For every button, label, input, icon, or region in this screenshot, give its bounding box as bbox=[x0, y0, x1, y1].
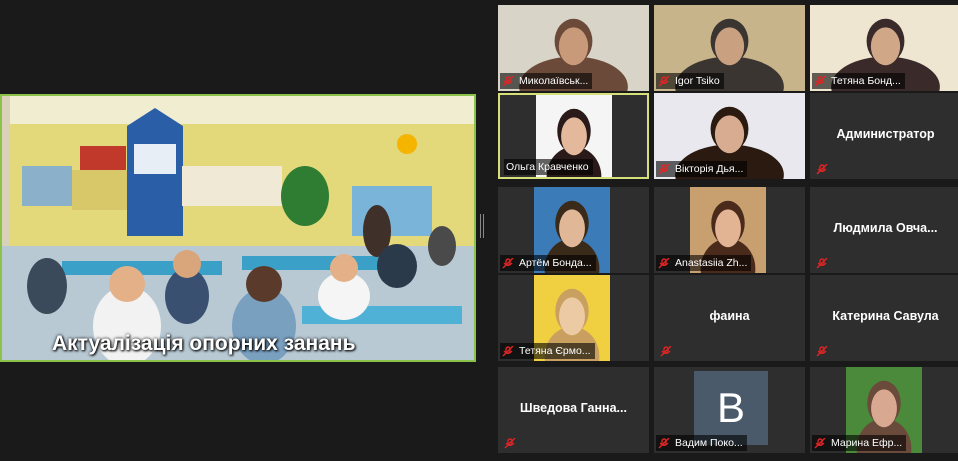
participant-tile[interactable]: фаина bbox=[654, 275, 805, 361]
mic-muted-icon bbox=[816, 162, 828, 175]
participant-name: Ольга Кравченко bbox=[506, 161, 589, 173]
participant-name: Катерина Савула bbox=[832, 309, 939, 323]
participant-name: Миколаївськ... bbox=[519, 75, 589, 87]
participant-name-tag: Anastasiia Zh... bbox=[656, 255, 752, 271]
participant-tile[interactable]: Anastasiia Zh... bbox=[654, 187, 805, 273]
mic-muted-icon bbox=[504, 436, 516, 449]
classroom-video-frame bbox=[2, 96, 474, 360]
mic-muted-icon bbox=[660, 344, 672, 357]
participant-name: Людмила Овча... bbox=[833, 221, 938, 235]
mic-muted-icon bbox=[502, 256, 514, 269]
mic-muted-icon bbox=[816, 256, 828, 269]
participant-tile[interactable]: Igor Tsiko bbox=[654, 5, 805, 91]
participant-name: Вадим Поко... bbox=[675, 437, 743, 449]
mic-muted-icon bbox=[814, 436, 826, 449]
participant-name: Вікторія Дья... bbox=[675, 163, 744, 175]
participant-name-tag: Тетяна Єрмо... bbox=[500, 343, 595, 359]
participant-tile[interactable]: Тетяна Бонд... bbox=[810, 5, 958, 91]
mic-muted-icon bbox=[658, 436, 670, 449]
mic-muted-icon bbox=[658, 256, 670, 269]
participant-name: Igor Tsiko bbox=[675, 75, 720, 87]
mic-muted-icon bbox=[502, 344, 514, 357]
avatar: B bbox=[694, 371, 768, 445]
participant-name-tag: Миколаївськ... bbox=[500, 73, 593, 89]
participant-tile[interactable]: Артём Бонда... bbox=[498, 187, 649, 273]
participant-tile[interactable]: Шведова Ганна... bbox=[498, 367, 649, 453]
mic-muted-icon bbox=[814, 74, 826, 87]
participant-name: Марина Ефр... bbox=[831, 437, 903, 449]
participant-tile[interactable]: Людмила Овча... bbox=[810, 187, 958, 273]
participant-name: фаина bbox=[709, 309, 750, 323]
participant-name: Артём Бонда... bbox=[519, 257, 592, 269]
participant-tile[interactable]: Тетяна Єрмо... bbox=[498, 275, 649, 361]
video-caption: Актуалізація опорних занань bbox=[52, 332, 356, 355]
participant-tile[interactable]: Марина Ефр... bbox=[810, 367, 958, 453]
participant-name: Шведова Ганна... bbox=[520, 401, 627, 415]
participant-tile[interactable]: Ольга Кравченко bbox=[498, 93, 649, 179]
participant-name-tag: Ольга Кравченко bbox=[504, 159, 593, 175]
participant-name-tag: Вікторія Дья... bbox=[656, 161, 748, 177]
participant-name-tag: Тетяна Бонд... bbox=[812, 73, 905, 89]
participant-tile[interactable]: Миколаївськ... bbox=[498, 5, 649, 91]
mic-muted-icon bbox=[816, 344, 828, 357]
mic-muted-icon bbox=[658, 74, 670, 87]
participant-tile[interactable]: B Вадим Поко... bbox=[654, 367, 805, 453]
main-video-feed[interactable]: Актуалізація опорних занань bbox=[0, 94, 476, 362]
participant-tile[interactable]: Администратор bbox=[810, 93, 958, 179]
participant-name: Тетяна Єрмо... bbox=[519, 345, 591, 357]
participant-name: Тетяна Бонд... bbox=[831, 75, 901, 87]
mic-muted-icon bbox=[658, 162, 670, 175]
participant-name: Anastasiia Zh... bbox=[675, 257, 748, 269]
mic-muted-icon bbox=[502, 74, 514, 87]
participant-tile[interactable]: Вікторія Дья... bbox=[654, 93, 805, 179]
panel-resize-handle[interactable] bbox=[480, 214, 484, 238]
participant-name: Администратор bbox=[836, 127, 935, 141]
participant-name-tag: Артём Бонда... bbox=[500, 255, 596, 271]
participant-name-tag: Марина Ефр... bbox=[812, 435, 907, 451]
participant-name-tag: Вадим Поко... bbox=[656, 435, 747, 451]
participant-tile[interactable]: Катерина Савула bbox=[810, 275, 958, 361]
participant-name-tag: Igor Tsiko bbox=[656, 73, 724, 89]
